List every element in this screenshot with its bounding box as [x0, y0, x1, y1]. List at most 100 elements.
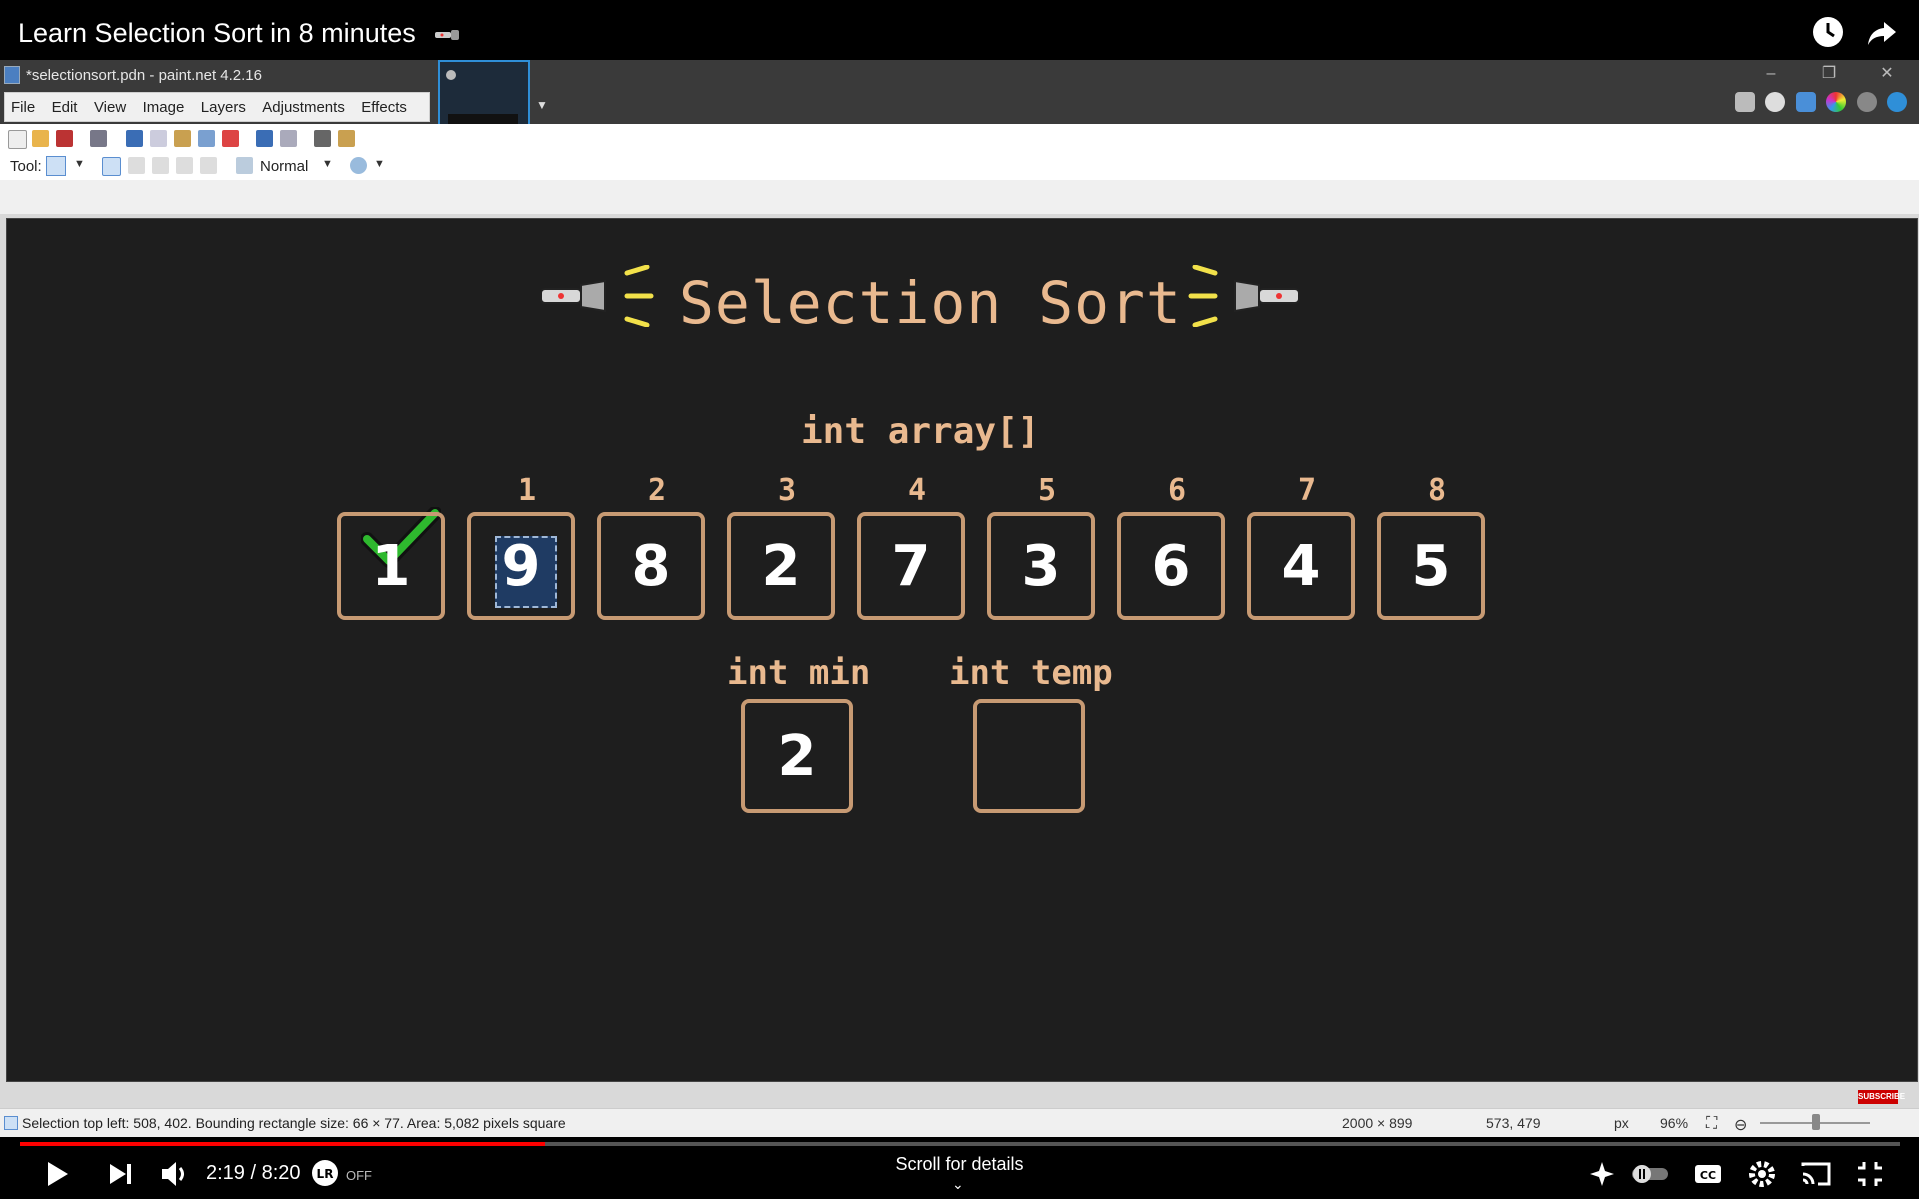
- paste-icon[interactable]: [174, 130, 191, 147]
- menu-image[interactable]: Image: [137, 93, 191, 121]
- temp-label: int temp: [949, 653, 1113, 693]
- slide-title: Selection Sort: [679, 269, 1182, 337]
- array-label: int array[]: [801, 411, 1040, 452]
- array-index-3: 3: [777, 473, 797, 508]
- array-cell-value: 7: [891, 533, 931, 599]
- temp-value: [977, 703, 1081, 809]
- save-icon[interactable]: [56, 130, 73, 147]
- menu-layers[interactable]: Layers: [195, 93, 252, 121]
- layers-window-icon[interactable]: [1795, 92, 1816, 112]
- menu-adjustments[interactable]: Adjustments: [256, 93, 351, 121]
- paintnet-window-title: *selectionsort.pdn - paint.net 4.2.16: [26, 67, 262, 84]
- array-index-6: 6: [1167, 473, 1187, 508]
- array-cell: 6: [1117, 512, 1225, 620]
- grid-icon[interactable]: [314, 130, 331, 147]
- tool-dropdown-icon[interactable]: ▼: [74, 158, 85, 170]
- units-select[interactable]: px: [1614, 1115, 1629, 1131]
- crop-icon[interactable]: [198, 130, 215, 147]
- video-title-bar: Learn Selection Sort in 8 minutes: [0, 0, 1919, 60]
- temp-box: [973, 699, 1085, 813]
- flashlight-icon: [435, 29, 460, 40]
- blend-mode-select[interactable]: Normal: [260, 158, 308, 175]
- menu-view[interactable]: View: [88, 93, 132, 121]
- subscribe-badge: SUBSCRIBE: [1858, 1090, 1905, 1104]
- tool-options-bar: Tool: ▼ Normal ▼ ▼: [0, 152, 1919, 180]
- menu-edit[interactable]: Edit: [46, 93, 84, 121]
- ruler-icon[interactable]: [338, 130, 355, 147]
- close-button[interactable]: ✕: [1872, 64, 1902, 84]
- min-value: 2: [777, 723, 817, 789]
- settings-gear-icon[interactable]: [1856, 92, 1877, 112]
- undo-icon[interactable]: [256, 130, 273, 147]
- rectangle-select-tool-icon[interactable]: [46, 156, 66, 176]
- array-cell-value: 5: [1411, 533, 1451, 599]
- selection-mode-xor-icon[interactable]: [200, 157, 217, 174]
- selection-mode-replace-icon[interactable]: [102, 157, 121, 176]
- zoom-level[interactable]: 96%: [1660, 1115, 1688, 1131]
- open-file-icon[interactable]: [32, 130, 49, 147]
- menu-file[interactable]: File: [5, 93, 41, 121]
- share-icon[interactable]: [1864, 14, 1900, 50]
- colors-window-icon[interactable]: [1826, 92, 1847, 112]
- array-index-7: 7: [1297, 473, 1317, 508]
- deselect-icon[interactable]: [222, 130, 239, 147]
- light-rays-left-icon: [624, 265, 654, 327]
- watch-later-icon[interactable]: [1810, 14, 1846, 50]
- array-cell: 2: [727, 512, 835, 620]
- video-title[interactable]: Learn Selection Sort in 8 minutes: [18, 18, 461, 49]
- help-icon[interactable]: [1887, 92, 1907, 112]
- array-cell-selected: 9: [467, 512, 575, 620]
- copy-icon[interactable]: [150, 130, 167, 147]
- flashlight-left-icon: [540, 279, 606, 313]
- minimize-button[interactable]: –: [1756, 64, 1786, 84]
- autoplay-toggle[interactable]: [1628, 1156, 1672, 1192]
- selection-info: Selection top left: 508, 402. Bounding r…: [22, 1115, 566, 1131]
- min-box: 2: [741, 699, 853, 813]
- array-cell-value: 4: [1281, 533, 1321, 599]
- array-index-5: 5: [1037, 473, 1057, 508]
- selection-mode-union-icon[interactable]: [128, 157, 145, 174]
- selection-mode-intersect-icon[interactable]: [176, 157, 193, 174]
- svg-text:CC: CC: [1700, 1169, 1716, 1182]
- chevron-down-icon[interactable]: ⌄: [952, 1176, 964, 1193]
- array-cell: 3: [987, 512, 1095, 620]
- array-cell-value: 6: [1151, 533, 1191, 599]
- cast-icon[interactable]: [1798, 1156, 1834, 1192]
- cut-icon[interactable]: [126, 130, 143, 147]
- tools-window-icon[interactable]: [1734, 92, 1755, 112]
- zoom-out-icon[interactable]: ⊖: [1734, 1115, 1747, 1135]
- antialiasing-icon[interactable]: [350, 157, 367, 174]
- captions-icon[interactable]: CC: [1690, 1156, 1726, 1192]
- new-file-icon[interactable]: [8, 130, 27, 149]
- image-size: 2000 × 899: [1342, 1115, 1413, 1131]
- paintnet-titlebar: *selectionsort.pdn - paint.net 4.2.16 – …: [0, 60, 1919, 152]
- array-cell-value: 8: [631, 533, 671, 599]
- zoom-slider-thumb[interactable]: [1812, 1114, 1820, 1130]
- array-index-1: 1: [517, 473, 537, 508]
- paintnet-window: *selectionsort.pdn - paint.net 4.2.16 – …: [0, 60, 1919, 1137]
- blend-mode-dropdown-icon[interactable]: ▼: [322, 158, 333, 170]
- blend-mode-icon: [236, 157, 253, 174]
- print-icon[interactable]: [90, 130, 107, 147]
- selection-mode-exclude-icon[interactable]: [152, 157, 169, 174]
- exit-fullscreen-icon[interactable]: [1852, 1156, 1888, 1192]
- main-toolbar: [0, 124, 1919, 152]
- image-list-dropdown-icon[interactable]: ▼: [536, 98, 548, 112]
- cursor-position: 573, 479: [1486, 1115, 1541, 1131]
- restore-button[interactable]: ❐: [1814, 64, 1844, 84]
- light-rays-right-icon: [1188, 265, 1218, 327]
- history-window-icon[interactable]: [1765, 92, 1786, 112]
- array-index-2: 2: [647, 473, 667, 508]
- array-index-8: 8: [1427, 473, 1447, 508]
- paintnet-app-icon: [4, 66, 20, 84]
- antialiasing-dropdown-icon[interactable]: ▼: [374, 158, 385, 170]
- menu-effects[interactable]: Effects: [355, 93, 413, 121]
- zoom-fit-icon[interactable]: ⛶: [1706, 1115, 1717, 1133]
- video-title-text: Learn Selection Sort in 8 minutes: [18, 18, 416, 48]
- image-canvas[interactable]: Selection Sort int array[] 1 2 3 4 5 6 7…: [6, 218, 1918, 1082]
- thumbnail-close-dot[interactable]: [446, 70, 456, 80]
- array-cell: 8: [597, 512, 705, 620]
- redo-icon[interactable]: [280, 130, 297, 147]
- settings-icon[interactable]: [1744, 1156, 1780, 1192]
- sparkle-icon[interactable]: [1584, 1156, 1620, 1192]
